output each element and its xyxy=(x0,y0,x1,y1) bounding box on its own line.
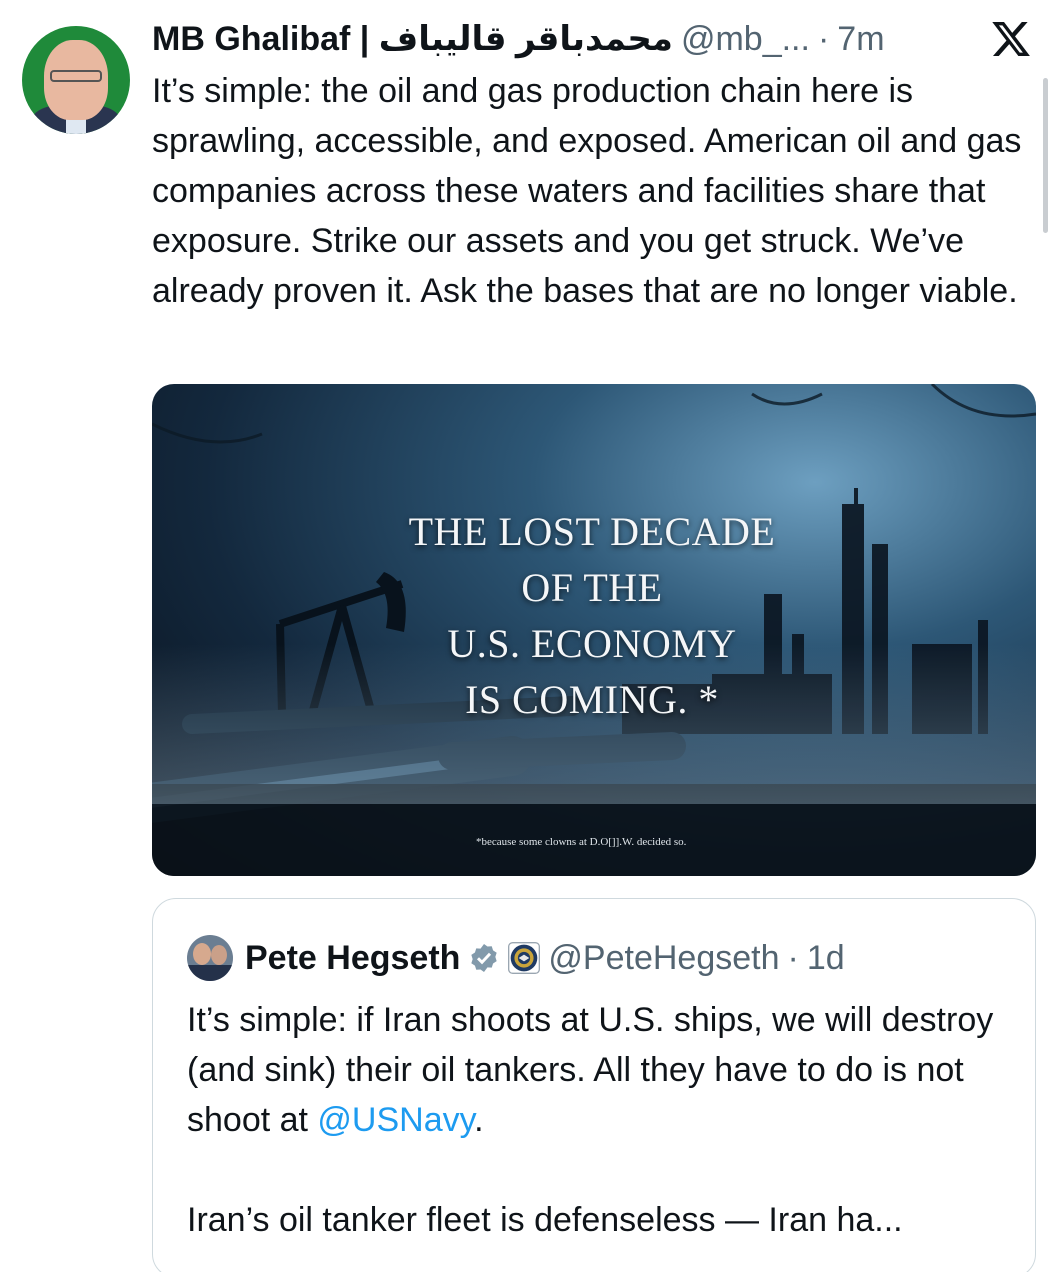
author-handle[interactable]: @mb_... xyxy=(681,20,810,59)
separator-dot: · xyxy=(787,938,799,977)
headline-line: U.S. ECONOMY xyxy=(447,621,737,666)
quoted-text-truncated: Iran’s oil tanker fleet is defenseless —… xyxy=(187,1201,903,1239)
separator-dot: · xyxy=(817,19,830,58)
scrollbar[interactable] xyxy=(1043,78,1048,233)
headline-line: IS COMING. * xyxy=(465,677,719,722)
media-footnote: *because some clowns at D.O[]].W. decide… xyxy=(476,836,687,848)
tweet-header: MB Ghalibaf | محمدباقر قالیباف @mb_... ·… xyxy=(152,16,885,62)
mention-link-usnavy[interactable]: @USNavy xyxy=(317,1101,474,1139)
department-seal-icon xyxy=(508,942,541,974)
media-headline: THE LOST DECADE OF THE U.S. ECONOMY IS C… xyxy=(362,504,822,728)
headline-line: OF THE xyxy=(521,565,663,610)
headline-line: THE LOST DECADE xyxy=(408,509,776,554)
quoted-tweet-header: Pete Hegseth @PeteHegseth · 1d xyxy=(245,935,845,981)
verified-badge-icon xyxy=(471,944,498,972)
tweet-timestamp[interactable]: 7m xyxy=(837,20,884,59)
tweet-media-image[interactable]: THE LOST DECADE OF THE U.S. ECONOMY IS C… xyxy=(152,384,1036,876)
quoted-text-period: . xyxy=(474,1101,484,1139)
quoted-author-avatar[interactable] xyxy=(187,935,233,981)
quoted-author-handle[interactable]: @PeteHegseth xyxy=(548,939,779,978)
tweet-card[interactable]: MB Ghalibaf | محمدباقر قالیباف @mb_... ·… xyxy=(0,0,1052,1272)
quoted-tweet[interactable]: Pete Hegseth @PeteHegseth · 1d It’s simp… xyxy=(152,898,1036,1272)
tweet-text: It’s simple: the oil and gas production … xyxy=(152,72,1031,310)
quoted-tweet-text: It’s simple: if Iran shoots at U.S. ship… xyxy=(187,995,1007,1239)
quoted-text-main: It’s simple: if Iran shoots at U.S. ship… xyxy=(187,1001,994,1139)
quoted-tweet-timestamp[interactable]: 1d xyxy=(807,939,845,978)
author-avatar[interactable] xyxy=(22,26,130,134)
x-logo-icon[interactable] xyxy=(990,18,1032,60)
quoted-author-name[interactable]: Pete Hegseth xyxy=(245,939,460,978)
author-name[interactable]: MB Ghalibaf | محمدباقر قالیباف xyxy=(152,19,673,59)
